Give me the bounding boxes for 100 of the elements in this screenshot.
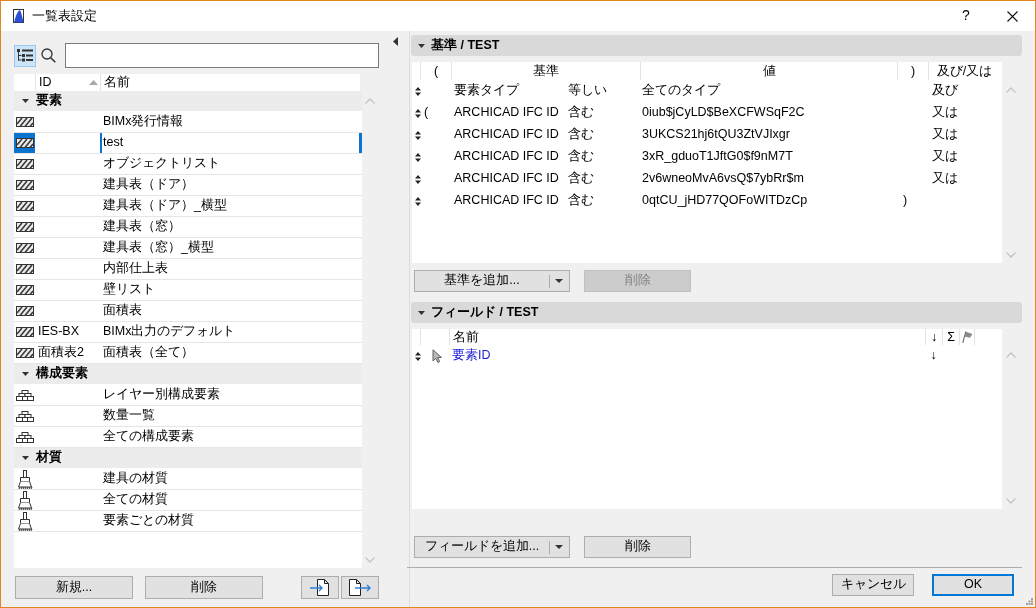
- triangle-left-icon[interactable]: [393, 37, 398, 46]
- section-header[interactable]: 基準 / TEST: [411, 35, 1022, 56]
- logic-text: 又は: [932, 127, 958, 143]
- search-field[interactable]: [65, 43, 379, 68]
- import-button[interactable]: [301, 576, 339, 599]
- caret-down-icon[interactable]: [418, 310, 425, 315]
- id-text: IES-BX: [38, 324, 79, 340]
- drag-handle-icon[interactable]: [415, 351, 421, 361]
- operator-text: 含む: [568, 127, 594, 143]
- column-header[interactable]: 値: [640, 62, 897, 80]
- list-row[interactable]: オブジェクトリスト: [14, 154, 362, 175]
- resize-grip-icon[interactable]: [1026, 598, 1033, 605]
- column-header[interactable]: (: [420, 62, 451, 80]
- hatched-block-icon: [15, 264, 34, 274]
- schedule-name: 建具表（ドア）: [103, 177, 194, 193]
- operator-text: 含む: [568, 171, 594, 187]
- section-title: フィールド / TEST: [431, 304, 539, 321]
- schedule-name: 壁リスト: [103, 282, 155, 298]
- export-button[interactable]: [341, 576, 379, 599]
- list-row[interactable]: 建具の材質: [14, 469, 362, 490]
- list-row[interactable]: BIMx発行情報: [14, 112, 362, 133]
- dropdown-button[interactable]: [549, 536, 570, 558]
- document-arrow-out-icon: [349, 579, 371, 596]
- delete-button[interactable]: 削除: [584, 536, 691, 558]
- pointer-arrow-icon: [431, 349, 442, 363]
- schedule-name: 面積表（全て）: [103, 345, 194, 361]
- tree-view-button[interactable]: [14, 44, 36, 67]
- paren-text: ): [903, 193, 908, 209]
- delete-button[interactable]: 削除: [145, 576, 263, 599]
- schedule-name: 要素ごとの材質: [103, 513, 194, 529]
- hatched-block-icon: [15, 117, 34, 127]
- list-row[interactable]: 全ての材質: [14, 490, 362, 511]
- caret-down-icon[interactable]: [22, 372, 29, 376]
- drag-handle-icon[interactable]: [415, 174, 421, 184]
- ok-button[interactable]: OK: [932, 574, 1014, 596]
- section-header[interactable]: フィールド / TEST: [411, 302, 1022, 323]
- add-field-button[interactable]: フィールドを追加...: [414, 536, 549, 558]
- id-text: 面積表2: [38, 345, 84, 361]
- list-row[interactable]: 数量一覧: [14, 406, 362, 427]
- column-header[interactable]: Σ: [942, 329, 959, 345]
- list-row[interactable]: 建具表（ドア）: [14, 175, 362, 196]
- schedule-name: test: [103, 135, 124, 151]
- value-text: 0iub$jCyLD$BeXCFWSqF2C: [642, 105, 805, 121]
- caret-down-icon[interactable]: [22, 456, 29, 460]
- group-label: 材質: [36, 450, 62, 466]
- criterion-text: ARCHICAD IFC ID: [454, 171, 559, 187]
- column-header[interactable]: ): [897, 62, 928, 80]
- column-header[interactable]: 基準: [451, 62, 640, 80]
- caret-down-icon[interactable]: [418, 43, 425, 48]
- schedule-name: 建具表（ドア）_横型: [103, 198, 227, 214]
- drag-handle-icon[interactable]: [415, 108, 421, 118]
- list-row[interactable]: IES-BX BIMx出力のデフォルト: [14, 322, 362, 343]
- schedule-name: レイヤー別構成要素: [103, 387, 220, 403]
- drag-handle-icon[interactable]: [415, 86, 421, 96]
- help-button[interactable]: ?: [943, 1, 989, 31]
- drag-handle-icon[interactable]: [415, 196, 421, 206]
- criterion-text: ARCHICAD IFC ID: [454, 105, 559, 121]
- list-row[interactable]: 要素ごとの材質: [14, 511, 362, 532]
- close-icon: [1006, 10, 1018, 22]
- list-row[interactable]: test: [14, 133, 362, 154]
- list-row[interactable]: 面積表: [14, 301, 362, 322]
- operator-text: 含む: [568, 193, 594, 209]
- app-logo-icon: [13, 9, 24, 23]
- hatched-block-icon: [15, 222, 34, 232]
- drag-handle-icon[interactable]: [415, 152, 421, 162]
- cancel-button[interactable]: キャンセル: [832, 574, 914, 596]
- schedule-name: 内部仕上表: [103, 261, 168, 277]
- list-row[interactable]: 建具表（ドア）_横型: [14, 196, 362, 217]
- list-row[interactable]: 内部仕上表: [14, 259, 362, 280]
- schedule-name: 面積表: [103, 303, 142, 319]
- new-button[interactable]: 新規...: [15, 576, 133, 599]
- value-text: 3UKCS21hj6tQU3ZtVJIxgr: [642, 127, 790, 143]
- schedule-name: 数量一覧: [103, 408, 155, 424]
- list-row[interactable]: 壁リスト: [14, 280, 362, 301]
- value-text: 0qtCU_jHD77QOFoWITDzCp: [642, 193, 808, 209]
- column-header[interactable]: 名前: [449, 329, 925, 345]
- hatched-block-icon: [15, 180, 34, 190]
- logic-text: 及び: [932, 83, 958, 99]
- list-row[interactable]: レイヤー別構成要素: [14, 385, 362, 406]
- list-row[interactable]: 建具表（窓）: [14, 217, 362, 238]
- add-criterion-button[interactable]: 基準を追加...: [414, 270, 549, 292]
- list-row[interactable]: 建具表（窓）_横型: [14, 238, 362, 259]
- criterion-text: ARCHICAD IFC ID: [454, 149, 559, 165]
- criterion-text: ARCHICAD IFC ID: [454, 127, 559, 143]
- schedule-name: 建具表（窓）_横型: [103, 240, 214, 256]
- value-text: 2v6wneoMvA6vsQ$7ybRr$m: [642, 171, 804, 187]
- hatched-block-icon: [15, 285, 34, 295]
- value-text: 3xR_gduoT1JftG0$f9nM7T: [642, 149, 793, 165]
- value-text: 全てのタイプ: [642, 83, 720, 99]
- group-label: 構成要素: [36, 366, 88, 382]
- column-header[interactable]: 及び/又は: [928, 62, 1000, 80]
- document-arrow-in-icon: [310, 579, 330, 596]
- operator-text: 等しい: [568, 83, 607, 99]
- hatched-block-icon: [15, 243, 34, 253]
- dropdown-button[interactable]: [549, 270, 570, 292]
- column-header[interactable]: ↓: [925, 329, 942, 345]
- caret-down-icon[interactable]: [22, 99, 29, 103]
- section-title: 基準 / TEST: [431, 37, 500, 54]
- schedule-name: 建具の材質: [103, 471, 168, 487]
- drag-handle-icon[interactable]: [415, 130, 421, 140]
